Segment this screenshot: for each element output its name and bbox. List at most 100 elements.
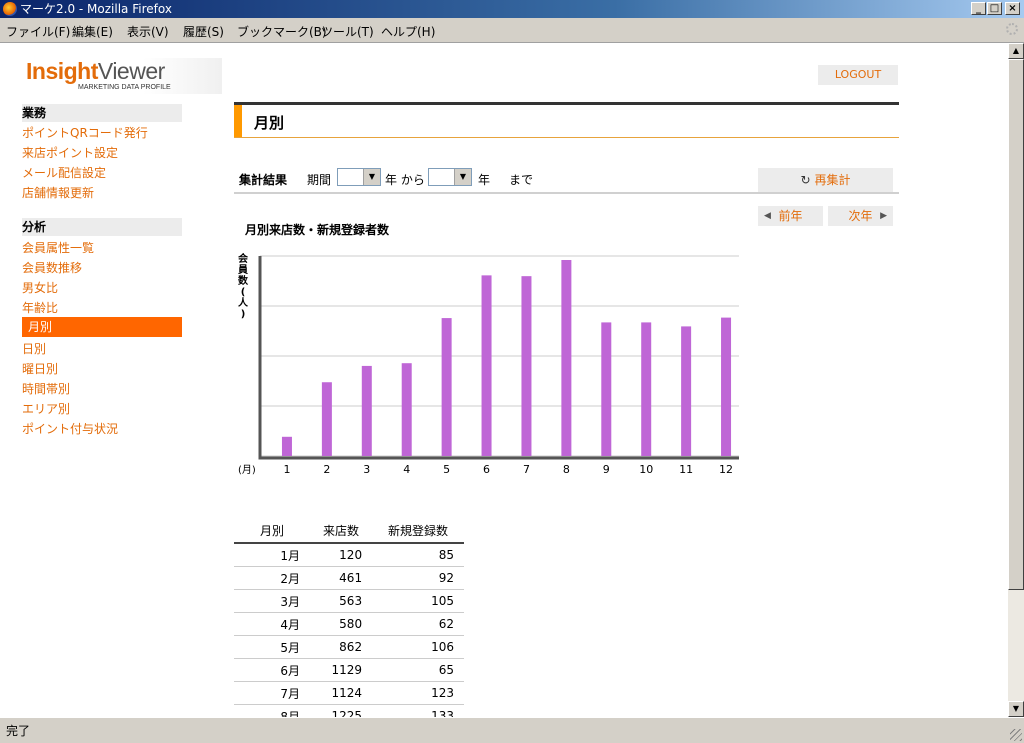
vertical-scrollbar[interactable]: ▲ ▼ — [1008, 43, 1024, 717]
table-row: 5月 862 106 — [234, 635, 464, 659]
sidebar-item-member-trend[interactable]: 会員数推移 — [22, 259, 82, 276]
close-button[interactable]: × — [1005, 2, 1020, 15]
table-header-cell: 月別 — [234, 519, 310, 544]
x-tick-label: 10 — [639, 463, 653, 476]
insight-viewer-logo[interactable]: InsightViewer MARKETING DATA PROFILE — [24, 58, 222, 94]
recalculate-button[interactable]: ↻ 再集計 — [758, 168, 893, 192]
sidebar-item-store-info[interactable]: 店舗情報更新 — [22, 184, 94, 201]
x-tick-label: 7 — [523, 463, 530, 476]
table-cell: 862 — [310, 635, 373, 659]
menu-tools[interactable]: ツール(T) — [321, 23, 374, 40]
maximize-button[interactable]: □ — [987, 2, 1002, 15]
table-cell: 461 — [310, 566, 373, 590]
table-header-row: 月別 来店数 新規登録数 — [234, 519, 464, 544]
sidebar-item-visit-points[interactable]: 来店ポイント設定 — [22, 144, 118, 161]
menu-file[interactable]: ファイル(F) — [6, 23, 70, 40]
sidebar-item-daily[interactable]: 日別 — [22, 340, 46, 357]
table-row: 4月 580 62 — [234, 612, 464, 636]
chevron-down-icon: ▼ — [363, 169, 380, 185]
prev-year-button[interactable]: ◀ 前年 — [758, 206, 823, 226]
sidebar-item-time-slot[interactable]: 時間帯別 — [22, 380, 70, 397]
year-to-select[interactable]: ▼ — [428, 168, 472, 186]
menu-view[interactable]: 表示(V) — [127, 23, 169, 40]
sidebar-item-qr-issue[interactable]: ポイントQRコード発行 — [22, 124, 148, 141]
table-cell: 8月 — [234, 704, 310, 717]
filter-label: 集計結果 — [239, 173, 288, 187]
next-year-button[interactable]: 次年 ▶ — [828, 206, 893, 226]
chart-bar-1 — [281, 436, 292, 456]
x-tick-label: 8 — [563, 463, 570, 476]
sidebar-item-mail-settings[interactable]: メール配信設定 — [22, 164, 106, 181]
scrollbar-thumb[interactable] — [1008, 59, 1024, 590]
chart-bar-7 — [521, 276, 532, 456]
menu-help[interactable]: ヘルプ(H) — [381, 23, 435, 40]
title-accent — [234, 105, 242, 137]
sidebar-item-age-ratio[interactable]: 年齢比 — [22, 299, 58, 316]
table-cell: 563 — [310, 589, 373, 613]
prev-year-label: 前年 — [778, 209, 803, 223]
menu-bookmarks[interactable]: ブックマーク(B) — [237, 23, 327, 40]
sidebar-item-member-attributes[interactable]: 会員属性一覧 — [22, 239, 94, 256]
menu-bar: ファイル(F) 編集(E) 表示(V) 履歴(S) ブックマーク(B) ツール(… — [0, 19, 1024, 43]
table-row: 3月 563 105 — [234, 589, 464, 613]
logo-subtitle: MARKETING DATA PROFILE — [78, 84, 171, 91]
sidebar-item-gender-ratio[interactable]: 男女比 — [22, 279, 58, 296]
chart-bar-8 — [561, 260, 572, 456]
logo-word-viewer: Viewer — [97, 58, 165, 84]
table-cell: 106 — [372, 635, 464, 659]
table-cell: 85 — [372, 543, 464, 567]
table-cell: 7月 — [234, 681, 310, 705]
table-cell: 65 — [372, 658, 464, 682]
table-cell: 1225 — [310, 704, 373, 717]
year-from-label: 年 から — [385, 173, 425, 187]
table-cell: 5月 — [234, 635, 310, 659]
table-cell: 1124 — [310, 681, 373, 705]
logo-word-insight: Insight — [26, 58, 98, 84]
year-from-select[interactable]: ▼ — [337, 168, 381, 186]
menu-edit[interactable]: 編集(E) — [72, 23, 113, 40]
minimize-button[interactable]: _ — [971, 2, 986, 15]
monthly-data-table: 月別 来店数 新規登録数 1月 120 85 2月 461 92 3月 563 105 4月 580 62… — [234, 519, 464, 717]
table-row: 7月 1124 123 — [234, 681, 464, 705]
table-cell: 1129 — [310, 658, 373, 682]
table-header-cell: 新規登録数 — [372, 519, 464, 544]
x-tick-label: 4 — [403, 463, 410, 476]
chart-title: 月別来店数・新規登録者数 — [245, 223, 390, 237]
page-title: 月別 — [254, 114, 285, 132]
table-row: 2月 461 92 — [234, 566, 464, 590]
until-label: まで — [509, 173, 534, 187]
period-label: 期間 — [307, 173, 332, 187]
table-row: 8月 1225 133 — [234, 704, 464, 717]
sidebar-heading-analysis: 分析 — [22, 218, 182, 236]
table-row: 1月 120 85 — [234, 543, 464, 567]
window-title-bar: マーケ2.0 - Mozilla Firefox _ □ × — [0, 0, 1024, 18]
menu-history[interactable]: 履歴(S) — [183, 23, 224, 40]
refresh-icon: ↻ — [800, 173, 811, 187]
table-row: 6月 1129 65 — [234, 658, 464, 682]
chart-bar-11 — [681, 326, 692, 456]
page-title-bar: 月別 — [234, 102, 899, 138]
logout-button[interactable]: LOGOUT — [818, 65, 898, 85]
sidebar-item-area[interactable]: エリア別 — [22, 400, 70, 417]
triangle-right-icon: ▶ — [880, 211, 887, 221]
y-axis-label: 会員数(人) — [237, 252, 249, 320]
chart-bar-5 — [441, 318, 452, 456]
x-tick-label: 6 — [483, 463, 490, 476]
table-cell: 1月 — [234, 543, 310, 567]
sidebar-item-point-status[interactable]: ポイント付与状況 — [22, 420, 118, 437]
chart-bar-2 — [321, 382, 332, 456]
chart-bar-6 — [481, 275, 492, 456]
table-cell: 580 — [310, 612, 373, 636]
sidebar-heading-business: 業務 — [22, 104, 182, 122]
firefox-icon — [3, 2, 17, 16]
table-cell: 6月 — [234, 658, 310, 682]
chart-bar-12 — [721, 317, 732, 456]
resize-grip[interactable] — [1010, 729, 1022, 741]
scroll-up-button[interactable]: ▲ — [1008, 43, 1024, 59]
x-tick-label: 12 — [719, 463, 733, 476]
sidebar-item-weekday[interactable]: 曜日別 — [22, 360, 58, 377]
triangle-left-icon: ◀ — [764, 211, 771, 221]
sidebar-item-monthly[interactable]: 月別 — [22, 317, 182, 337]
window-title: マーケ2.0 - Mozilla Firefox — [20, 2, 172, 16]
scroll-down-button[interactable]: ▼ — [1008, 701, 1024, 717]
